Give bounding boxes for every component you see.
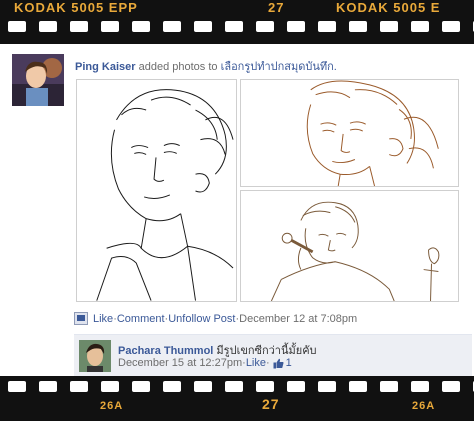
sprocket-hole	[163, 381, 181, 392]
film-frame-number-bottom: 27	[262, 396, 280, 412]
post-header: Ping Kaiser added photos to เลือกรูปทำปก…	[75, 57, 337, 75]
post-action-text: added photos to	[138, 61, 218, 73]
film-frame-label-left: 26A	[100, 400, 124, 412]
sprocket-hole	[380, 381, 398, 392]
sprocket-holes	[0, 381, 474, 392]
sprocket-hole	[256, 381, 274, 392]
comment-like-count[interactable]: 1	[286, 357, 292, 369]
comment-like-link[interactable]: Like	[246, 357, 266, 369]
photo-sketch-microphone[interactable]	[240, 190, 459, 302]
sprocket-hole	[194, 21, 212, 32]
like-link[interactable]: Like	[93, 313, 113, 325]
photo-sketch-color[interactable]	[240, 79, 459, 187]
sprocket-hole	[442, 381, 460, 392]
sprocket-hole	[349, 21, 367, 32]
comment-item: Pachara Thummol มีรูปเขกซีกว่านี้มั้ยคับ…	[74, 334, 472, 376]
sprocket-hole	[287, 381, 305, 392]
thumbs-up-icon	[273, 358, 284, 368]
sprocket-hole	[349, 381, 367, 392]
comment-link[interactable]: Comment	[117, 313, 165, 325]
sprocket-hole	[287, 21, 305, 32]
sprocket-hole	[8, 21, 26, 32]
comment-meta: December 15 at 12:27pm · Like · 1	[118, 357, 292, 369]
post-timestamp[interactable]: December 12 at 7:08pm	[239, 313, 357, 325]
post-actions: Like · Comment · Unfollow Post · Decembe…	[74, 312, 357, 325]
film-strip-top: KODAK 5005 EPP 27 KODAK 5005 E	[0, 0, 474, 44]
sprocket-hole	[39, 381, 57, 392]
sprocket-hole	[411, 21, 429, 32]
sprocket-hole	[101, 381, 119, 392]
sprocket-hole	[132, 21, 150, 32]
unfollow-post-link[interactable]: Unfollow Post	[168, 313, 235, 325]
like-icon	[74, 312, 88, 325]
commenter-name-link[interactable]: Pachara Thummol	[118, 345, 213, 357]
sprocket-hole	[194, 381, 212, 392]
sprocket-hole	[132, 381, 150, 392]
sprocket-hole	[442, 21, 460, 32]
film-frame-number: 27	[268, 0, 285, 15]
sprocket-hole	[163, 21, 181, 32]
author-avatar[interactable]	[12, 54, 64, 106]
sprocket-hole	[318, 381, 336, 392]
sprocket-hole	[70, 381, 88, 392]
film-strip-bottom: 26A 27 26A	[0, 376, 474, 421]
photo-main-sketch[interactable]	[76, 79, 237, 302]
comment-timestamp[interactable]: December 15 at 12:27pm	[118, 357, 242, 369]
sprocket-hole	[256, 21, 274, 32]
film-label-right: KODAK 5005 E	[336, 0, 441, 15]
sprocket-hole	[318, 21, 336, 32]
sprocket-hole	[411, 381, 429, 392]
sprocket-hole	[225, 381, 243, 392]
commenter-avatar[interactable]	[79, 340, 111, 372]
album-link[interactable]: เลือกรูปทำปกสมุดบันทึก.	[221, 61, 337, 73]
sprocket-hole	[39, 21, 57, 32]
sprocket-hole	[70, 21, 88, 32]
comment-text: มีรูปเขกซีกว่านี้มั้ยคับ	[216, 345, 317, 357]
sprocket-holes	[0, 21, 474, 32]
film-label-left: KODAK 5005 EPP	[14, 0, 138, 15]
post-author-link[interactable]: Ping Kaiser	[75, 61, 136, 73]
sprocket-hole	[225, 21, 243, 32]
sprocket-hole	[380, 21, 398, 32]
separator: ·	[266, 357, 270, 369]
sprocket-hole	[101, 21, 119, 32]
film-frame-label-right: 26A	[412, 400, 436, 412]
sprocket-hole	[8, 381, 26, 392]
